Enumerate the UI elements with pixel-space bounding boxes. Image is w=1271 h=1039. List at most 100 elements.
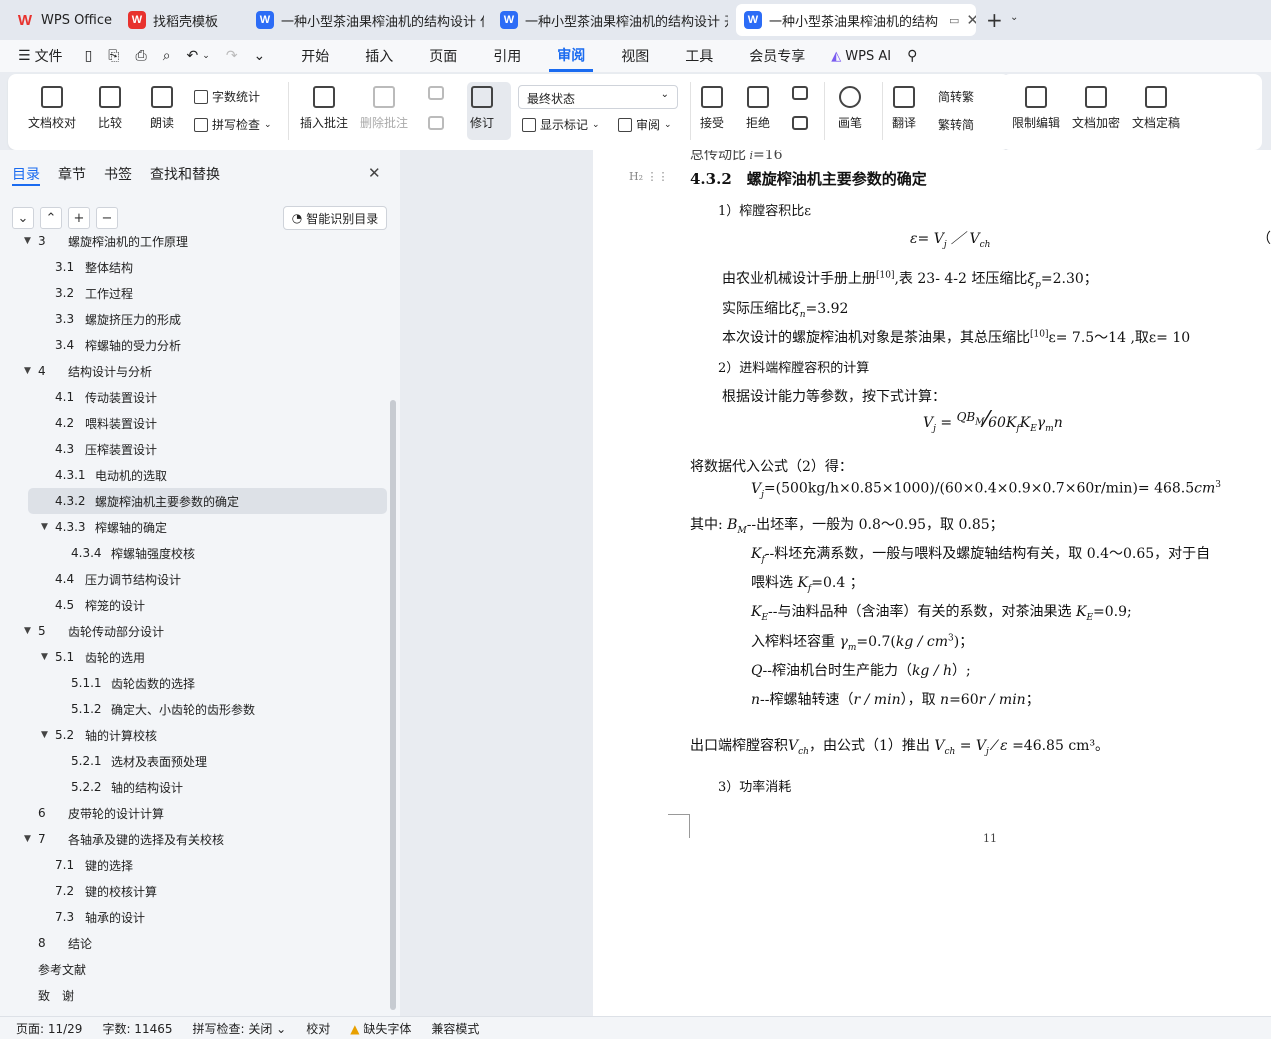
toc-item[interactable]: 3.4 榨螺轴的受力分析: [0, 332, 400, 358]
add-level-icon[interactable]: +: [68, 207, 90, 229]
smart-toc-button[interactable]: ◔ 智能识别目录: [283, 206, 387, 230]
toc-item[interactable]: 4.3.1 电动机的选取: [0, 462, 400, 488]
menu-insert[interactable]: 插入: [357, 40, 401, 72]
toc-item[interactable]: ▼ 5 齿轮传动部分设计: [0, 618, 400, 644]
toc-item[interactable]: 7.2 键的校核计算: [0, 878, 400, 904]
toc-item[interactable]: 7.1 键的选择: [0, 852, 400, 878]
toc-item[interactable]: 4.3.4 榨螺轴强度校核: [0, 540, 400, 566]
markup-status-select[interactable]: 最终状态 ⌄: [518, 85, 678, 109]
translate-button[interactable]: 翻译: [892, 86, 916, 131]
collapse-arrow-icon[interactable]: ▼: [24, 366, 31, 376]
toc-item[interactable]: 5.1.2 确定大、小齿轮的齿形参数: [0, 696, 400, 722]
toc-item[interactable]: ▼ 4 结构设计与分析: [0, 358, 400, 384]
delete-comment-button[interactable]: 删除批注: [360, 86, 408, 131]
preview-icon[interactable]: ⌕: [155, 40, 179, 72]
insert-comment-button[interactable]: 插入批注: [300, 86, 348, 131]
show-marks-button[interactable]: 显示标记 ⌄: [522, 116, 600, 133]
spell-status[interactable]: 拼写检查: 关闭 ⌄: [183, 1020, 297, 1037]
menu-member[interactable]: 会员专享: [741, 40, 813, 72]
menu-review[interactable]: 审阅: [549, 40, 594, 72]
print-icon[interactable]: ⎙: [127, 40, 154, 72]
word-count[interactable]: 字数: 11465: [92, 1020, 182, 1037]
tab-doc-2[interactable]: W 一种小型茶油果榨油机的结构设计 开: [492, 4, 728, 36]
next-comment-button[interactable]: [428, 116, 444, 136]
tab-docer[interactable]: W 找稻壳模板: [120, 4, 244, 36]
trad-to-simp-button[interactable]: 繁转简: [938, 116, 974, 133]
toc-item[interactable]: 5.2.1 选材及表面预处理: [0, 748, 400, 774]
accept-button[interactable]: 接受: [700, 86, 724, 131]
toc-item[interactable]: 8 结论: [0, 930, 400, 956]
tab-chapter[interactable]: 章节: [58, 164, 86, 184]
file-menu[interactable]: ☰ 文件: [10, 40, 71, 72]
toc-item[interactable]: ▼ 7 各轴承及键的选择及有关校核: [0, 826, 400, 852]
page-indicator[interactable]: 页面: 11/29: [0, 1020, 92, 1037]
reject-button[interactable]: 拒绝: [746, 86, 770, 131]
tab-bookmark[interactable]: 书签: [104, 164, 132, 184]
remove-level-icon[interactable]: −: [96, 207, 118, 229]
chevron-down-icon[interactable]: ⌄: [1010, 12, 1018, 23]
toc-item[interactable]: 3.1 整体结构: [0, 254, 400, 280]
save-icon[interactable]: ▯: [77, 40, 101, 72]
tab-toc[interactable]: 目录: [12, 164, 40, 184]
redo-icon[interactable]: ↷: [218, 40, 246, 72]
toc-item[interactable]: 4.4 压力调节结构设计: [0, 566, 400, 592]
collapse-arrow-icon[interactable]: ▼: [24, 236, 31, 246]
more-icon[interactable]: ⌄: [246, 40, 274, 72]
collapse-arrow-icon[interactable]: ▼: [24, 834, 31, 844]
word-count-button[interactable]: 字数统计: [194, 88, 260, 105]
export-icon[interactable]: ⎘: [100, 40, 127, 72]
toc-item[interactable]: ▼ 4.3.3 榨螺轴的确定: [0, 514, 400, 540]
tab-doc-1[interactable]: W 一种小型茶油果榨油机的结构设计 任: [248, 4, 484, 36]
monitor-icon[interactable]: ▭: [949, 14, 959, 27]
toc-item[interactable]: ▼ 5.1 齿轮的选用: [0, 644, 400, 670]
toc-item[interactable]: 5.2.2 轴的结构设计: [0, 774, 400, 800]
close-icon[interactable]: ✕: [368, 164, 381, 182]
toc-item[interactable]: 4.2 喂料装置设计: [0, 410, 400, 436]
collapse-arrow-icon[interactable]: ▼: [41, 522, 48, 532]
scrollbar[interactable]: [390, 400, 396, 1010]
menu-page[interactable]: 页面: [421, 40, 465, 72]
spell-check-button[interactable]: 拼写检查 ⌄: [194, 116, 272, 133]
menu-tools[interactable]: 工具: [677, 40, 721, 72]
toc-item[interactable]: ▼ 3 螺旋榨油机的工作原理: [0, 236, 400, 254]
tab-wps-office[interactable]: W WPS Office: [8, 4, 112, 36]
simp-to-trad-button[interactable]: 简转繁: [938, 88, 974, 105]
toc-item[interactable]: 4.1 传动装置设计: [0, 384, 400, 410]
expand-up-icon[interactable]: ⌃: [40, 207, 62, 229]
toc-item[interactable]: 6 皮带轮的设计计算: [0, 800, 400, 826]
prev-change-button[interactable]: [792, 86, 808, 106]
compare-button[interactable]: 比较: [98, 86, 122, 131]
collapse-arrow-icon[interactable]: ▼: [41, 730, 48, 740]
heading-marker[interactable]: H₂ ⋮⋮: [629, 170, 669, 183]
tab-doc-active[interactable]: W 一种小型茶油果榨油机的结构 ▭ ✕: [736, 4, 976, 36]
ink-button[interactable]: 画笔: [838, 86, 862, 131]
toc-item[interactable]: 参考文献: [0, 956, 400, 982]
collapse-arrow-icon[interactable]: ▼: [24, 626, 31, 636]
doc-check-button[interactable]: 文档校对: [28, 86, 76, 131]
prev-comment-button[interactable]: [428, 86, 444, 106]
search-icon[interactable]: ⚲: [899, 40, 925, 72]
missing-font-status[interactable]: ▲ 缺失字体: [340, 1020, 421, 1037]
proof-status[interactable]: 校对: [296, 1020, 340, 1037]
toc-item[interactable]: 5.1.1 齿轮齿数的选择: [0, 670, 400, 696]
wps-ai-button[interactable]: ◭ WPS AI: [823, 40, 899, 72]
toc-item[interactable]: 7.3 轴承的设计: [0, 904, 400, 930]
encrypt-button[interactable]: 文档加密: [1072, 86, 1120, 131]
menu-reference[interactable]: 引用: [485, 40, 529, 72]
finalize-button[interactable]: 文档定稿: [1132, 86, 1180, 131]
toc-item[interactable]: 致 谢: [0, 982, 400, 1008]
restrict-edit-button[interactable]: 限制编辑: [1012, 86, 1060, 131]
new-tab-icon[interactable]: +: [986, 8, 1003, 32]
menu-start[interactable]: 开始: [293, 40, 337, 72]
toc-item[interactable]: ▼ 5.2 轴的计算校核: [0, 722, 400, 748]
read-aloud-button[interactable]: 朗读: [150, 86, 174, 131]
collapse-arrow-icon[interactable]: ▼: [41, 652, 48, 662]
revise-button[interactable]: 修订: [470, 86, 494, 131]
toc-item[interactable]: 3.2 工作过程: [0, 280, 400, 306]
toc-item[interactable]: 3.3 螺旋挤压力的形成: [0, 306, 400, 332]
toc-item[interactable]: 4.3 压榨装置设计: [0, 436, 400, 462]
toc-item[interactable]: 4.3.2 螺旋榨油机主要参数的确定: [28, 488, 387, 514]
collapse-all-icon[interactable]: ⌄: [12, 207, 34, 229]
toc-item[interactable]: 4.5 榨笼的设计: [0, 592, 400, 618]
undo-icon[interactable]: ↶ ⌄: [179, 40, 218, 72]
